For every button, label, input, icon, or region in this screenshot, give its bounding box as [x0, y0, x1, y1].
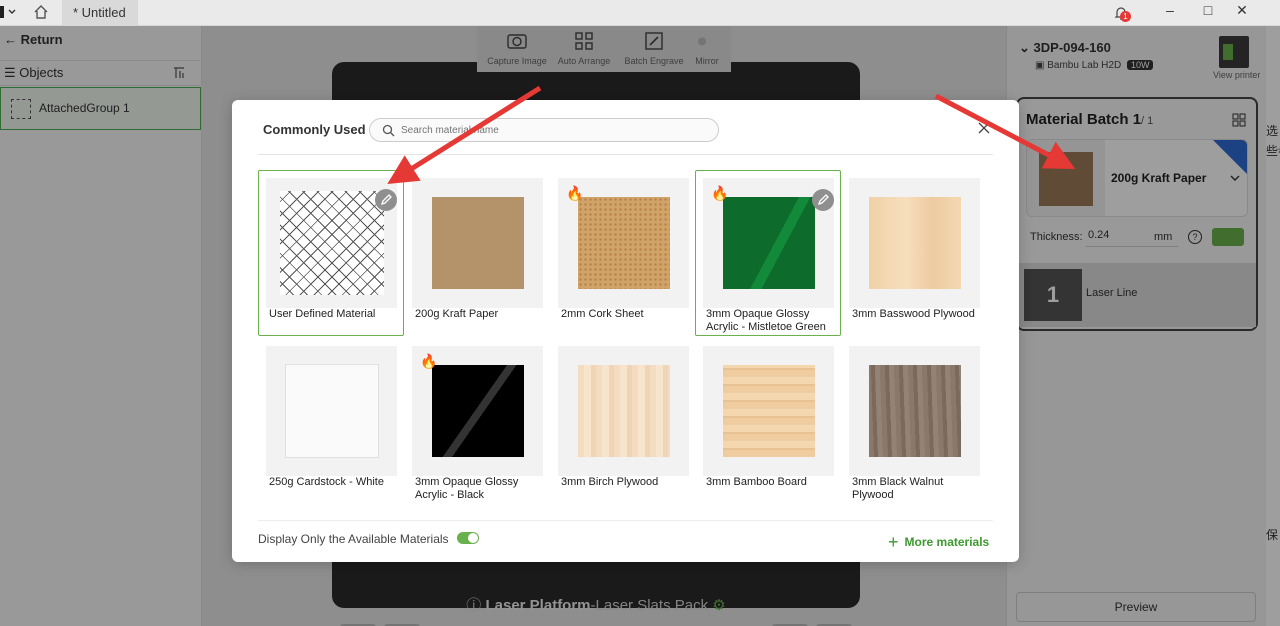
minimize-icon[interactable]: –: [1160, 2, 1180, 20]
material-card[interactable]: 200g Kraft Paper: [404, 170, 550, 336]
material-thumbnail: [558, 346, 689, 476]
material-card[interactable]: 3mm Basswood Plywood: [841, 170, 987, 336]
search-input[interactable]: [401, 122, 701, 138]
available-only-toggle[interactable]: [457, 532, 479, 544]
material-label: 250g Cardstock - White: [269, 476, 384, 488]
material-card[interactable]: 3mm Birch Plywood: [550, 338, 696, 504]
material-swatch: [286, 365, 378, 457]
divider: [258, 154, 993, 155]
material-thumbnail: 🔥: [412, 346, 543, 476]
material-label: 3mm Opaque Glossy Acrylic - Mistletoe Gr…: [706, 308, 826, 333]
material-card[interactable]: 3mm Bamboo Board: [695, 338, 841, 504]
close-icon[interactable]: [978, 122, 992, 136]
material-thumbnail: [412, 178, 543, 308]
edit-pencil-icon[interactable]: [375, 189, 397, 211]
material-label: 200g Kraft Paper: [415, 308, 499, 320]
fire-icon: 🔥: [420, 353, 438, 369]
material-label: 3mm Basswood Plywood: [852, 308, 975, 320]
material-swatch: [578, 365, 670, 457]
more-materials-button[interactable]: + More materials: [888, 530, 990, 552]
material-label: 3mm Black Walnut Plywood: [852, 476, 944, 501]
material-thumbnail: 🔥: [703, 178, 834, 308]
material-thumbnail: [849, 178, 980, 308]
material-label: 3mm Opaque Glossy Acrylic - Black: [415, 476, 519, 501]
document-tab[interactable]: * Untitled: [62, 0, 138, 26]
material-thumbnail: [849, 346, 980, 476]
material-thumbnail: [266, 346, 397, 476]
material-label: User Defined Material: [269, 308, 376, 320]
material-label: 3mm Bamboo Board: [706, 476, 807, 488]
material-swatch: [280, 191, 384, 295]
material-label: 2mm Cork Sheet: [561, 308, 644, 320]
dialog-title: Commonly Used: [263, 122, 366, 137]
app-logo-icon[interactable]: [0, 4, 24, 22]
material-card[interactable]: 🔥 3mm Opaque Glossy Acrylic - Mistletoe G…: [695, 170, 841, 336]
material-card[interactable]: 🔥 2mm Cork Sheet: [550, 170, 696, 336]
material-swatch: [432, 365, 524, 457]
material-card[interactable]: 🔥 3mm Opaque Glossy Acrylic - Black: [404, 338, 550, 504]
material-swatch: [869, 197, 961, 289]
edit-pencil-icon[interactable]: [812, 189, 834, 211]
material-swatch: [723, 365, 815, 457]
more-materials-label: More materials: [904, 535, 990, 549]
material-card[interactable]: 3mm Black Walnut Plywood: [841, 338, 987, 504]
material-swatch: [723, 197, 815, 289]
search-icon: [382, 124, 395, 140]
material-swatch: [869, 365, 961, 457]
material-card[interactable]: 250g Cardstock - White: [258, 338, 404, 504]
title-bar: * Untitled 1 – □ ✕: [0, 0, 1280, 26]
fire-icon: 🔥: [566, 185, 584, 201]
material-thumbnail: [703, 346, 834, 476]
search-box[interactable]: [369, 118, 719, 142]
material-thumbnail: [266, 178, 397, 308]
material-label: 3mm Birch Plywood: [561, 476, 659, 488]
divider: [258, 520, 993, 521]
available-only-label: Display Only the Available Materials: [258, 532, 449, 546]
material-picker-dialog: Commonly Used User Defined Material 200g …: [232, 100, 1019, 562]
fire-icon: 🔥: [711, 185, 729, 201]
maximize-icon[interactable]: □: [1198, 2, 1218, 20]
close-window-icon[interactable]: ✕: [1232, 2, 1252, 20]
plus-icon: +: [888, 532, 899, 552]
material-swatch: [432, 197, 524, 289]
material-thumbnail: 🔥: [558, 178, 689, 308]
notification-badge: 1: [1120, 11, 1131, 22]
material-swatch: [578, 197, 670, 289]
material-card[interactable]: User Defined Material: [258, 170, 404, 336]
home-icon[interactable]: [32, 3, 52, 21]
